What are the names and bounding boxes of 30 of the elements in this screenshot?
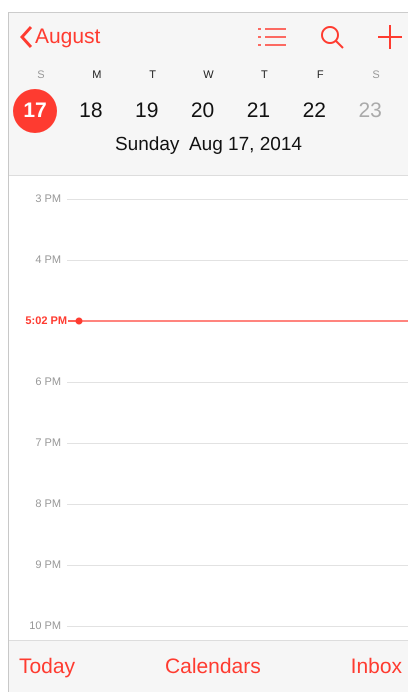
day-number[interactable]: 23	[348, 89, 392, 133]
weekday-label: M	[92, 69, 102, 81]
selected-day[interactable]: 17	[13, 89, 57, 133]
toolbar-button[interactable]: Calendars	[164, 650, 261, 682]
hour-label: 9 PM	[35, 559, 61, 571]
day-number[interactable]: 18	[68, 89, 113, 133]
day-number[interactable]: 21	[236, 89, 280, 133]
day-number[interactable]: 20	[180, 89, 225, 133]
chevron-left-icon	[19, 25, 33, 49]
day-number[interactable]: 22	[292, 89, 336, 133]
weekday-label: W	[203, 69, 214, 81]
toolbar-button[interactable]: Today	[19, 650, 76, 682]
weekday-label: S	[372, 69, 380, 81]
date-title: Sunday Aug 17, 2014	[114, 133, 303, 157]
weekday-label: S	[37, 69, 45, 81]
day-number[interactable]: 19	[124, 89, 169, 133]
back-button[interactable]: August	[19, 21, 100, 53]
hour-label: 3 PM	[35, 193, 61, 205]
add-icon[interactable]	[378, 24, 402, 50]
hour-label: 7 PM	[35, 437, 61, 449]
weekday-label: F	[316, 69, 324, 81]
weekday-label: T	[149, 69, 156, 81]
toolbar-button[interactable]: Inbox	[350, 650, 402, 682]
hour-label: 6 PM	[35, 376, 61, 388]
hour-label: 4 PM	[35, 254, 61, 266]
hour-label: 8 PM	[35, 498, 61, 510]
search-icon[interactable]	[320, 24, 344, 50]
weekday-label: T	[260, 69, 268, 81]
current-time-label: 5:02 PM	[25, 315, 67, 327]
hour-label: 10 PM	[29, 620, 61, 632]
